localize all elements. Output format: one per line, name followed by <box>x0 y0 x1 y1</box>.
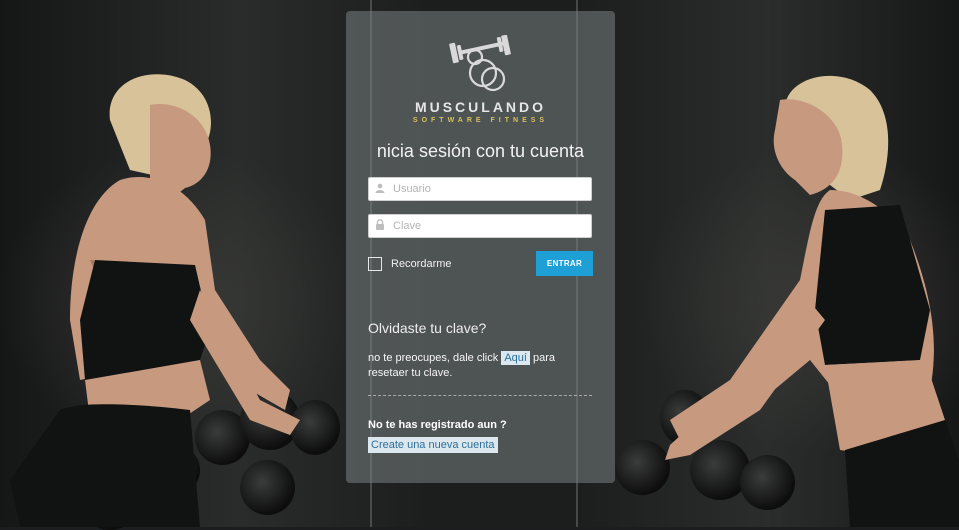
remember-me[interactable]: Recordarme <box>368 257 452 271</box>
brand-logo: MUSCULANDO SOFTWARE FITNESS <box>346 35 615 124</box>
reset-password-link[interactable]: Aquí <box>501 351 530 365</box>
password-field[interactable] <box>368 214 592 238</box>
brand-tagline: SOFTWARE FITNESS <box>412 117 549 124</box>
remember-label: Recordarme <box>391 258 452 270</box>
divider <box>368 395 592 396</box>
register-heading: No te has registrado aun ? <box>368 419 507 431</box>
login-button[interactable]: ENTRAR <box>536 251 593 276</box>
brand-name: MUSCULANDO <box>414 99 547 115</box>
username-input[interactable] <box>391 182 585 196</box>
forgot-text-before: no te preocupes, dale click <box>368 352 499 364</box>
athlete-right-image <box>665 75 959 527</box>
forgot-text: no te preocupes, dale click Aquí para re… <box>368 351 588 381</box>
password-input[interactable] <box>391 219 585 233</box>
athlete-left-image <box>10 74 300 527</box>
dumbbell-logo-icon <box>448 35 511 92</box>
login-title: nicia sesión con tu cuenta <box>376 141 585 161</box>
lock-icon <box>369 219 391 233</box>
forgot-heading: Olvidaste tu clave? <box>368 320 487 336</box>
user-icon <box>369 183 391 196</box>
username-field[interactable] <box>368 177 592 201</box>
login-panel: MUSCULANDO SOFTWARE FITNESS nicia sesión… <box>346 11 615 483</box>
create-account-link[interactable]: Create una nueva cuenta <box>368 437 498 453</box>
remember-checkbox[interactable] <box>368 257 382 271</box>
